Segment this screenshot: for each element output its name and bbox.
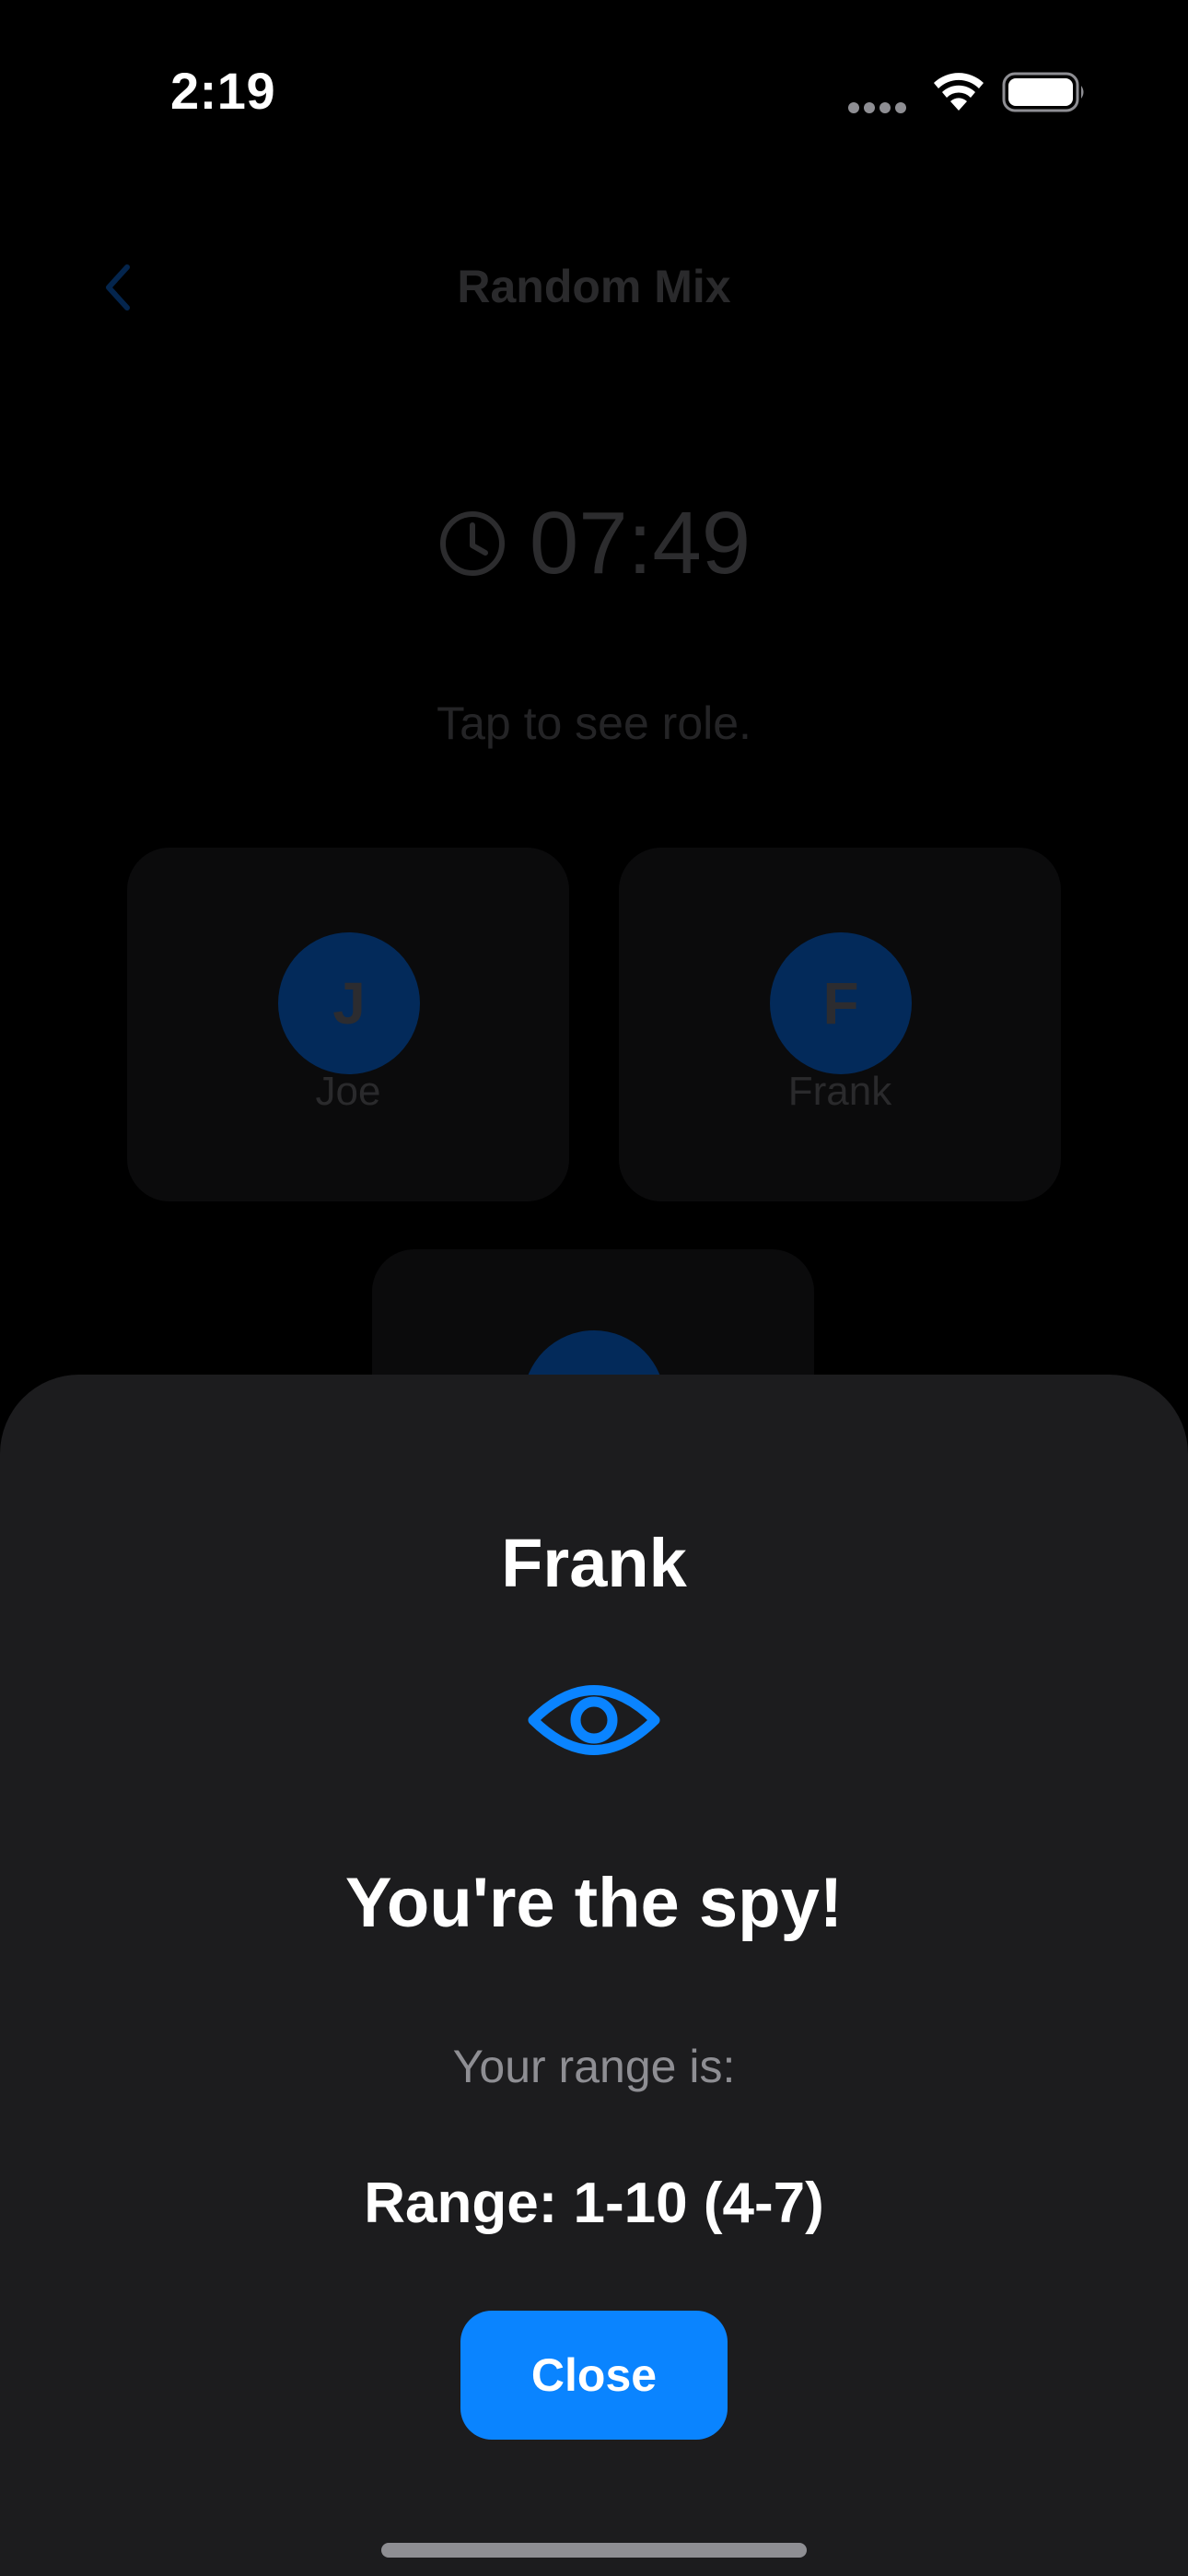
status-bar: 2:19: [0, 0, 1188, 184]
eye-icon: [528, 1685, 660, 1755]
close-button[interactable]: Close: [460, 2311, 728, 2440]
signal-dots-icon: [848, 102, 906, 113]
role-sheet: Frank You're the spy! Your range is: Ran…: [0, 1375, 1188, 2576]
status-time: 2:19: [170, 62, 276, 120]
wifi-icon: [934, 73, 984, 111]
home-indicator[interactable]: [381, 2543, 807, 2558]
player-name: Joe: [315, 1069, 381, 1114]
game-timer: 07:49: [0, 488, 1188, 599]
avatar: F: [770, 932, 912, 1074]
avatar: J: [278, 932, 420, 1074]
hint-text: Tap to see role.: [437, 697, 751, 749]
battery-icon: [1002, 72, 1084, 112]
player-card-frank[interactable]: F Frank: [619, 848, 1061, 1201]
timer-value: 07:49: [529, 494, 751, 592]
clock-icon: [439, 511, 505, 576]
sheet-player-name: Frank: [501, 1525, 687, 1601]
range-caption: Your range is:: [452, 2041, 736, 2092]
range-value: Range: 1-10 (4-7): [364, 2172, 824, 2235]
status-icons: [847, 70, 1087, 116]
player-name: Frank: [787, 1069, 892, 1114]
nav-title: Random Mix: [457, 261, 731, 312]
role-text: You're the spy!: [344, 1864, 844, 1942]
player-card-joe[interactable]: J Joe: [127, 848, 569, 1201]
